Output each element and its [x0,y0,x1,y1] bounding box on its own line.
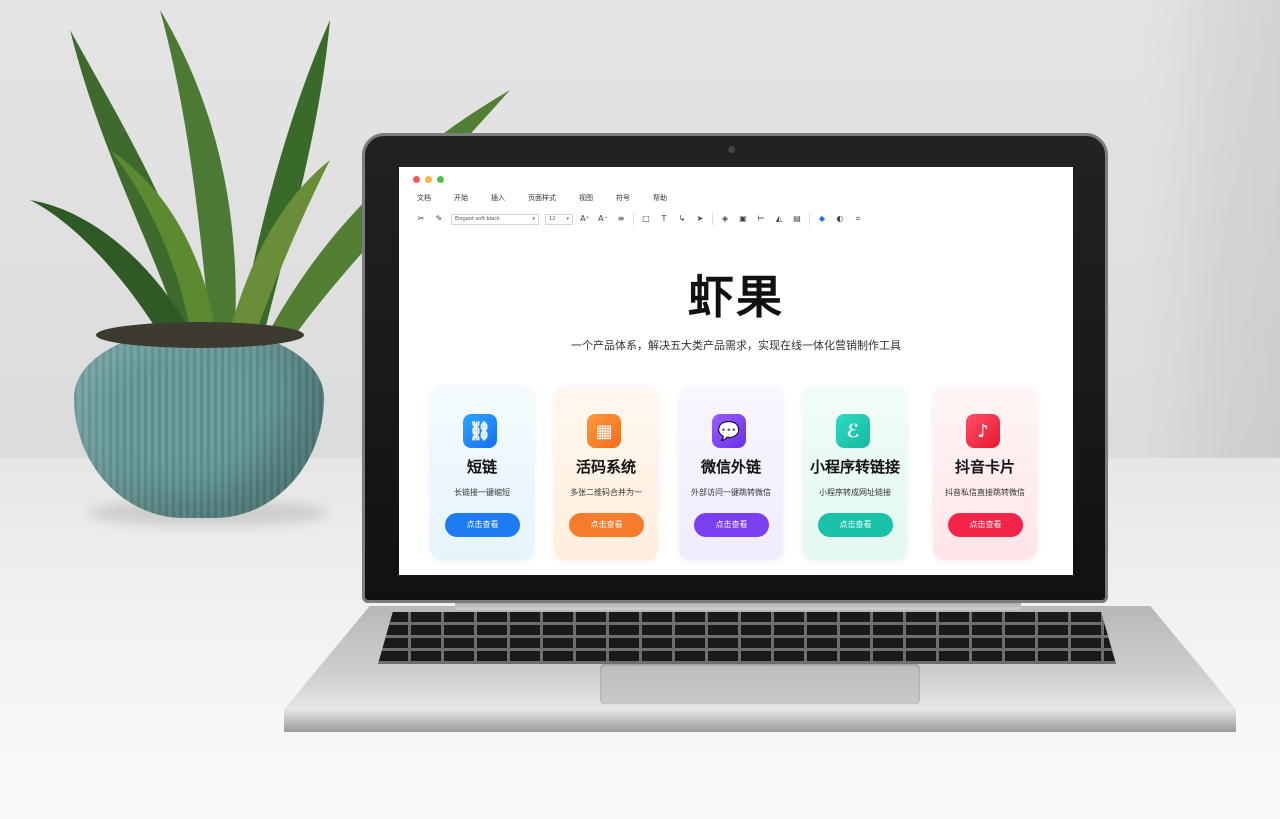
toolbar-divider [633,213,634,225]
font-family-value: Elegant soft black [455,215,500,222]
link-icon: ⛓ [463,414,497,448]
miniprogram-icon: ℰ [836,414,870,448]
view-button[interactable]: 点击查看 [569,513,644,537]
chevron-down-icon: ▾ [532,215,535,222]
view-button[interactable]: 点击查看 [818,513,893,537]
flip-icon[interactable]: ◭ [773,212,785,226]
menu-help[interactable]: 帮助 [653,193,667,203]
pot-soil [96,322,304,348]
maximize-button[interactable] [437,176,444,183]
align-icon[interactable]: ≡ [615,212,627,226]
rectangle-icon[interactable]: □ [640,212,652,226]
menu-page-style[interactable]: 页面样式 [528,193,556,203]
scissors-icon[interactable]: ✂ [415,212,427,226]
card-description: 抖音私信直接跳转微信 [945,488,1025,497]
douyin-icon: ♪ [966,414,1000,448]
align-left-icon[interactable]: ⊨ [755,212,767,226]
toolbar: ✂ ✎ Elegant soft black ▾ 12 ▾ A⁺ A⁻ ≡ □ … [415,211,864,227]
toolbar-divider [712,213,713,225]
menu-view[interactable]: 视图 [579,193,593,203]
toolbar-divider [809,213,810,225]
crop-icon[interactable]: ⌗ [852,212,864,226]
menu-insert[interactable]: 插入 [491,193,505,203]
trackpad [600,664,920,704]
card-title: 活码系统 [575,458,636,476]
connector-icon[interactable]: ↳ [676,212,688,226]
page-subtitle: 一个产品体系，解决五大类产品需求，实现在线一体化营销制作工具 [571,339,901,352]
card-description: 多张二维码合并为一 [570,488,642,497]
card-title: 抖音卡片 [954,458,1015,476]
page-title: 虾果 [688,270,784,324]
shape-icon[interactable]: ◐ [834,212,846,226]
pointer-icon[interactable]: ➤ [694,212,706,226]
font-increase-icon[interactable]: A⁺ [579,212,591,226]
product-card-miniprogram[interactable]: ℰ 小程序转链接 小程序转成网址链接 点击查看 [803,386,907,560]
brush-icon[interactable]: ✎ [433,212,445,226]
view-button[interactable]: 点击查看 [694,513,769,537]
keyboard-rows [378,612,1116,664]
product-card-wechat-link[interactable]: 💬 微信外链 外部访问一键跳转微信 点击查看 [679,386,783,560]
view-button[interactable]: 点击查看 [445,513,520,537]
font-decrease-icon[interactable]: A⁻ [597,212,609,226]
font-size-select[interactable]: 12 ▾ [545,213,573,225]
wechat-icon: 💬 [712,414,746,448]
window-controls [413,176,444,183]
product-card-short-link[interactable]: ⛓ 短链 长链接一键缩短 点击查看 [430,386,534,560]
menu-file[interactable]: 文档 [417,193,431,203]
chevron-down-icon: ▾ [566,215,569,222]
qrcode-icon: ▦ [587,414,621,448]
menu-bar: 文档 开始 插入 页面样式 视图 符号 帮助 [417,193,690,203]
card-description: 外部访问一键跳转微信 [691,488,771,497]
camera-icon [728,146,735,153]
minimize-button[interactable] [425,176,432,183]
fill-color-icon[interactable]: ◆ [816,212,828,226]
close-button[interactable] [413,176,420,183]
font-family-select[interactable]: Elegant soft black ▾ [451,213,539,225]
product-card-live-code[interactable]: ▦ 活码系统 多张二维码合并为一 点击查看 [554,386,658,560]
card-title: 短链 [466,458,497,476]
group-icon[interactable]: ▣ [737,212,749,226]
app-screen: 文档 开始 插入 页面样式 视图 符号 帮助 ✂ ✎ Elegant soft … [399,167,1073,575]
product-card-douyin[interactable]: ♪ 抖音卡片 抖音私信直接跳转微信 点击查看 [933,386,1037,560]
card-title: 微信外链 [700,458,761,476]
layers-icon[interactable]: ◈ [719,212,731,226]
menu-home[interactable]: 开始 [454,193,468,203]
card-description: 长链接一键缩短 [454,488,510,497]
font-size-value: 12 [549,215,556,222]
menu-symbol[interactable]: 符号 [616,193,630,203]
view-button[interactable]: 点击查看 [948,513,1023,537]
image-icon[interactable]: ▤ [791,212,803,226]
card-description: 小程序转成网址链接 [819,488,891,497]
text-icon[interactable]: T [658,212,670,226]
card-title: 小程序转链接 [809,458,900,476]
